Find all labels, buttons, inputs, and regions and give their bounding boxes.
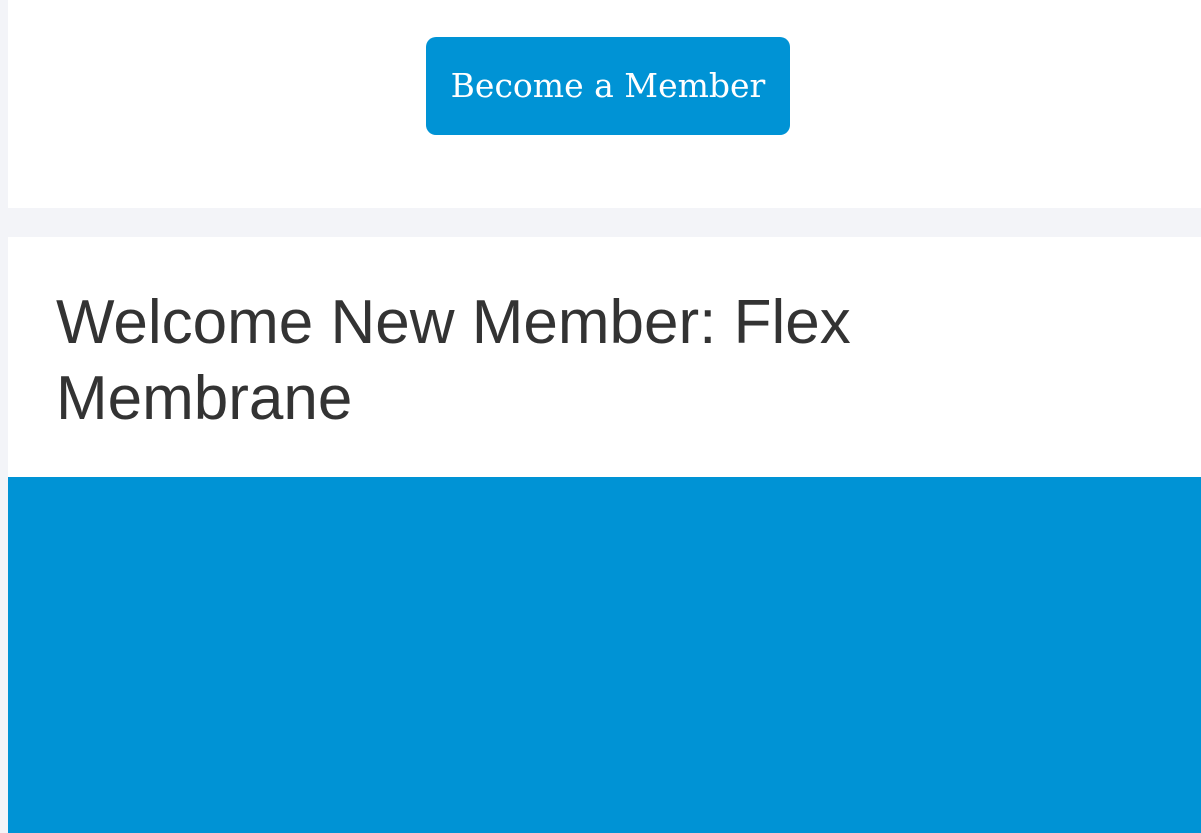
- membership-banner: Become a Member: [8, 0, 1201, 208]
- post-title[interactable]: Welcome New Member: Flex Membrane: [56, 285, 956, 437]
- post-card: Welcome New Member: Flex Membrane: [8, 237, 1201, 833]
- become-member-button[interactable]: Become a Member: [426, 37, 790, 135]
- featured-image[interactable]: [8, 477, 1201, 833]
